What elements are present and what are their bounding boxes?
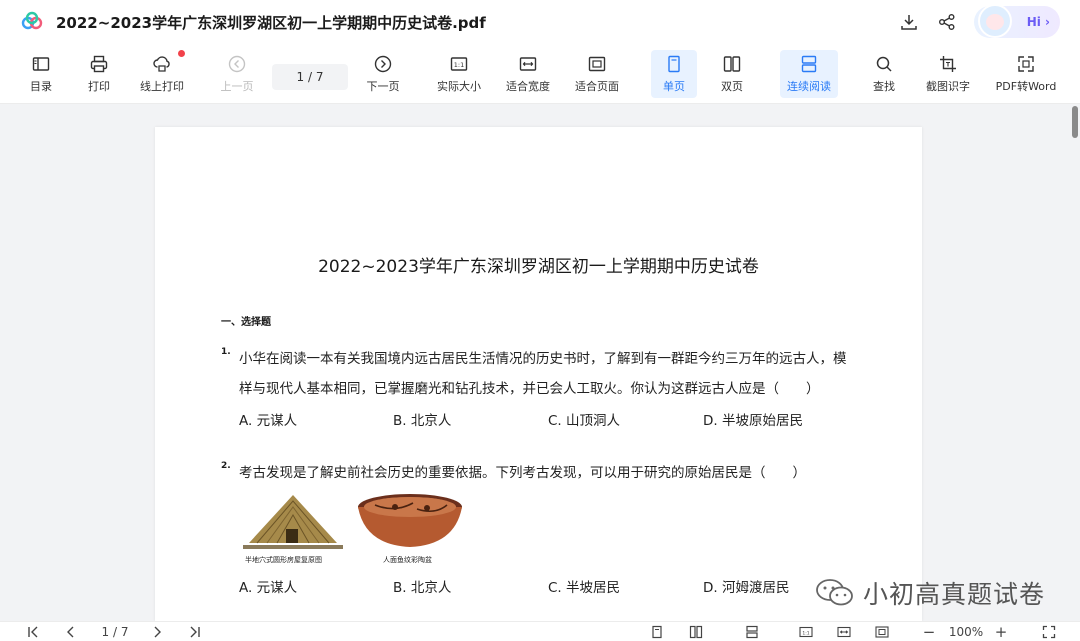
actual-size-button[interactable]: 1:1 实际大小 (434, 50, 484, 98)
question-2-line-1: 考古发现是了解史前社会历史的重要依据。下列考古发现，可以用于研究的原始居民是（ … (239, 465, 806, 481)
svg-text:1:1: 1:1 (802, 630, 809, 636)
chevron-left-circle-icon (228, 55, 246, 73)
pdf-to-word-button[interactable]: PDF转Word (992, 50, 1060, 98)
last-page-icon[interactable] (188, 624, 202, 640)
question-2-option-a: A. 元谋人 (239, 580, 298, 596)
online-print-button[interactable]: 线上打印 (136, 50, 188, 98)
zoom-out-button[interactable]: − (922, 623, 936, 641)
sidebar-toggle-icon (32, 57, 50, 71)
question-1-line-1: 小华在阅读一本有关我国境内远古居民生活情况的历史书时，了解到有一群距今约三万年的… (239, 351, 847, 367)
online-print-label: 线上打印 (140, 80, 184, 93)
wechat-watermark: 小初高真题试卷 (815, 575, 1045, 611)
wechat-icon (816, 579, 853, 606)
search-icon (876, 56, 892, 72)
single-page-button[interactable]: 单页 (651, 50, 697, 98)
fit-width-view-icon[interactable] (836, 624, 852, 640)
fit-width-icon (519, 57, 537, 71)
next-page-label: 下一页 (366, 80, 400, 93)
fit-page-button[interactable]: 适合页面 (572, 50, 622, 98)
cloud-print-icon (153, 56, 170, 72)
screenshot-ocr-label: 截图识字 (926, 80, 970, 93)
double-page-button[interactable]: 双页 (714, 50, 750, 98)
crop-icon (940, 56, 956, 72)
title-bar: 2022~2023学年广东深圳罗湖区初一上学期期中历史试卷.pdf Hi › (0, 0, 1080, 44)
share-icon[interactable] (936, 11, 958, 33)
question-2-number: 2. (221, 461, 231, 471)
zoom-level: 100% (948, 625, 984, 639)
notification-dot (178, 50, 185, 57)
toolbar: 目录 打印 线上打印 上一页 1 / 7 下一页 1:1 实际大小 适合宽度 适… (0, 44, 1080, 104)
single-page-icon (668, 55, 680, 73)
convert-icon (1018, 56, 1034, 72)
watermark-text: 小初高真题试卷 (863, 580, 1046, 609)
prev-page-label: 上一页 (220, 80, 254, 93)
question-1-option-a: A. 元谋人 (239, 413, 298, 429)
app-logo-icon (21, 11, 43, 30)
question-2-option-d: D. 河姆渡居民 (703, 580, 790, 596)
print-label: 打印 (88, 80, 110, 93)
fit-width-button[interactable]: 适合宽度 (503, 50, 553, 98)
actual-size-view-icon[interactable]: 1:1 (798, 624, 814, 640)
fit-page-view-icon[interactable] (874, 624, 890, 640)
single-page-label: 单页 (663, 80, 685, 93)
bottom-bar: 1 / 7 1:1 − 100% + (0, 621, 1080, 641)
title-actions: Hi › (898, 4, 1060, 38)
fit-width-label: 适合宽度 (506, 80, 550, 93)
double-page-view-icon[interactable] (688, 624, 704, 640)
actual-size-label: 实际大小 (437, 80, 481, 93)
document-page: 2022~2023学年广东深圳罗湖区初一上学期期中历史试卷 一、选择题 1. 小… (155, 127, 922, 621)
ai-assistant-label: Hi › (1026, 15, 1050, 29)
pdf-to-word-label: PDF转Word (995, 80, 1057, 93)
question-2-option-c: C. 半坡居民 (548, 580, 621, 596)
question-1-line-2: 样与现代人基本相同，已掌握磨光和钻孔技术，并已会人工取火。你认为这群远古人应是（… (239, 381, 820, 397)
ai-assistant-button[interactable]: Hi › (974, 4, 1060, 38)
toc-button[interactable]: 目录 (24, 50, 58, 98)
page-number-input[interactable]: 1 / 7 (272, 64, 348, 90)
printer-icon (90, 55, 108, 73)
painted-pottery-basin-image (358, 494, 462, 547)
figure-caption-pottery: 人面鱼纹彩陶盆 (383, 556, 432, 564)
fullscreen-icon[interactable] (1042, 624, 1056, 640)
first-page-icon[interactable] (26, 624, 40, 640)
actual-size-icon: 1:1 (450, 57, 468, 71)
next-page-icon[interactable] (150, 624, 164, 640)
document-title: 2022~2023学年广东深圳罗湖区初一上学期期中历史试卷.pdf (56, 13, 486, 32)
paper-title: 2022~2023学年广东深圳罗湖区初一上学期期中历史试卷 (318, 257, 759, 277)
ai-avatar-icon (978, 4, 1012, 38)
double-page-icon (723, 56, 741, 72)
section-heading: 一、选择题 (221, 317, 271, 328)
fit-page-icon (588, 56, 606, 72)
question-1-number: 1. (221, 347, 231, 357)
continuous-view-icon[interactable] (744, 624, 760, 640)
continuous-read-label: 连续阅读 (787, 80, 831, 93)
double-page-label: 双页 (721, 80, 743, 93)
print-button[interactable]: 打印 (82, 50, 116, 98)
question-1-option-b: B. 北京人 (393, 413, 452, 429)
next-page-button[interactable]: 下一页 (364, 50, 402, 98)
prev-page-button[interactable]: 上一页 (218, 50, 256, 98)
continuous-scroll-icon (801, 55, 817, 73)
chevron-right-circle-icon (374, 55, 392, 73)
find-button[interactable]: 查找 (866, 50, 902, 98)
screenshot-ocr-button[interactable]: 截图识字 (922, 50, 974, 98)
single-page-view-icon[interactable] (650, 624, 664, 640)
find-label: 查找 (873, 80, 895, 93)
svg-text:1:1: 1:1 (454, 61, 464, 69)
question-1-option-c: C. 山顶洞人 (548, 413, 621, 429)
question-1-option-d: D. 半坡原始居民 (703, 413, 803, 429)
fit-page-label: 适合页面 (575, 80, 619, 93)
download-icon[interactable] (898, 11, 920, 33)
continuous-read-button[interactable]: 连续阅读 (780, 50, 838, 98)
toc-label: 目录 (30, 80, 52, 93)
bottom-page-indicator[interactable]: 1 / 7 (94, 624, 136, 640)
hut-reconstruction-image (243, 495, 343, 549)
vertical-scrollbar-thumb[interactable] (1072, 106, 1078, 138)
question-2-option-b: B. 北京人 (393, 580, 452, 596)
figure-caption-hut: 半地穴式圆形房屋复原图 (245, 556, 322, 564)
zoom-in-button[interactable]: + (994, 623, 1008, 641)
previous-page-icon[interactable] (64, 624, 78, 640)
